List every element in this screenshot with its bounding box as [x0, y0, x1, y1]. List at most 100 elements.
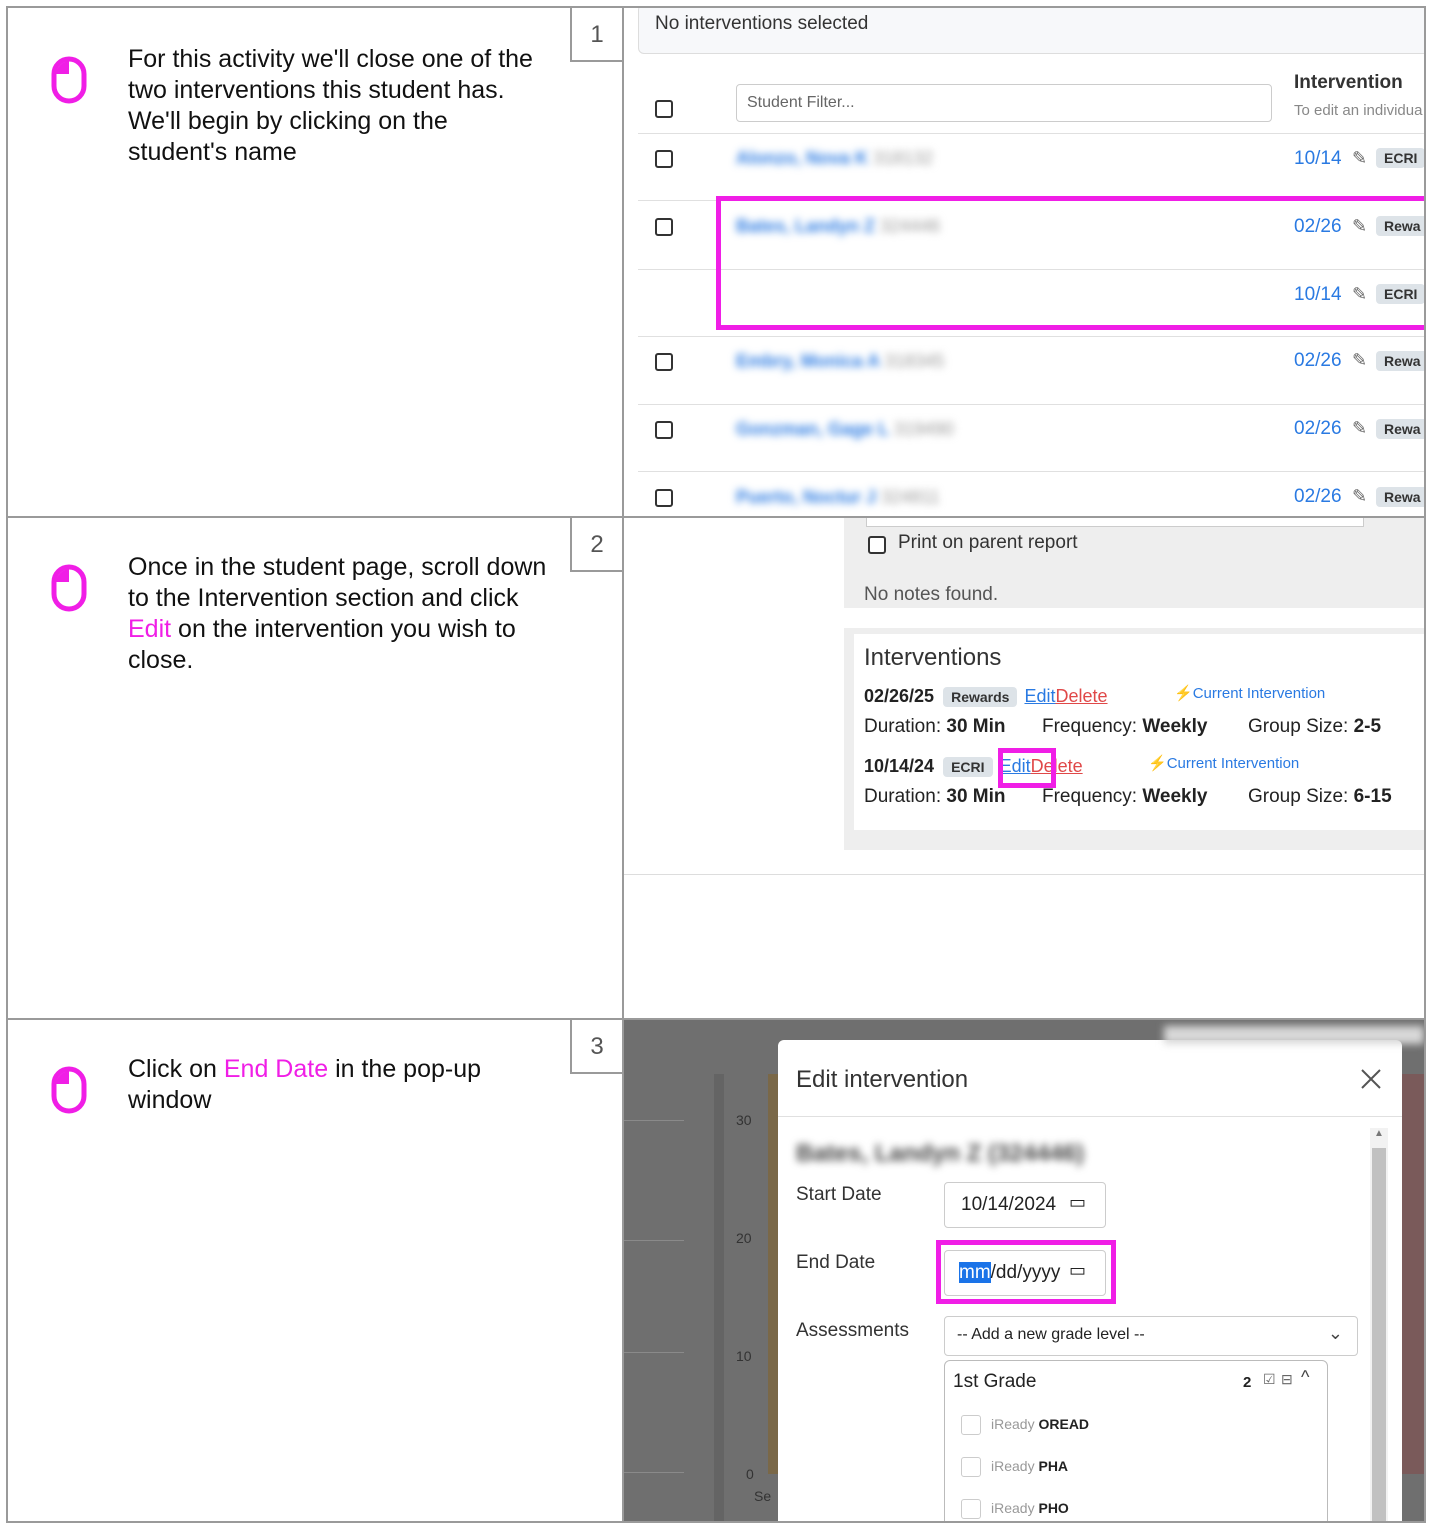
axis-tick: 0 [746, 1466, 754, 1482]
scrollbar-thumb[interactable] [1372, 1148, 1386, 1521]
grade-level-select[interactable]: -- Add a new grade level -- ⌄ [944, 1316, 1358, 1356]
grade-panel: 1st Grade 2 ☑ ⊟ ^ iReady OREAD iReady PH… [944, 1360, 1328, 1521]
intervention-date-link[interactable]: 02/26 [1294, 350, 1342, 372]
group-value: 6-15 [1353, 786, 1392, 807]
assessment-item: iReady PHA [991, 1458, 1068, 1474]
intervention-date-link[interactable]: 02/26 [1294, 418, 1342, 440]
step-2-row: Once in the student page, scroll down to… [6, 516, 1426, 1020]
student-name-link[interactable]: Embry, Monica A 318345 [736, 351, 944, 372]
student-filter-input[interactable]: Student Filter... [736, 84, 1272, 122]
step-2-screenshot: Print on parent report No notes found. I… [624, 518, 1424, 1018]
row-checkbox[interactable] [655, 421, 673, 439]
assessment-item: iReady PHO [991, 1500, 1069, 1516]
intervention-column-header: Intervention [1294, 72, 1403, 93]
step-2-text-after: on the intervention you wish to close. [128, 615, 516, 674]
row-divider [638, 471, 1424, 472]
print-parent-checkbox[interactable] [868, 536, 886, 554]
start-date-input[interactable]: 10/14/2024 ▭ [944, 1182, 1106, 1228]
interventions-title: Interventions [864, 644, 1002, 671]
student-id: 319490 [893, 419, 954, 439]
axis-tick: 30 [736, 1112, 752, 1128]
intervention-column-sub: To edit an individua [1294, 102, 1423, 119]
row-divider [638, 133, 1424, 134]
student-name-link[interactable]: Gonzman, Gage L 319490 [736, 419, 954, 440]
intervention-tag: ECRI [943, 757, 993, 777]
assessment-name: PHA [1038, 1458, 1069, 1474]
step-3-instructions: Click on End Date in the pop-up window 3 [8, 1020, 624, 1521]
intervention-date-link[interactable]: 10/14 [1294, 148, 1342, 170]
student-name-heading: Bates, Landyn Z (324446) [796, 1140, 1085, 1167]
group-label: Group Size: [1248, 716, 1349, 737]
intervention-tag: Rewa [1376, 351, 1424, 371]
axis-label: Se [754, 1488, 772, 1504]
interventions-card: Interventions 02/26/25 Rewards EditDelet… [854, 634, 1424, 830]
row-divider [638, 336, 1424, 337]
chart-gridline [624, 1120, 684, 1121]
select-all-checkbox[interactable] [655, 100, 673, 118]
current-intervention-badge: ⚡Current Intervention [1174, 684, 1325, 702]
chart-band [768, 1074, 778, 1474]
step-3-row: Click on End Date in the pop-up window 3… [6, 1018, 1426, 1523]
lightning-icon: ⚡ [1174, 685, 1193, 702]
student-name-link[interactable]: Puerto, Noctur J 324811 [736, 487, 940, 508]
step-1-instructions: For this activity we'll close one of the… [8, 8, 624, 516]
highlight-edit [998, 748, 1056, 788]
calendar-icon[interactable]: ▭ [1069, 1192, 1086, 1213]
pencil-icon[interactable]: ✎ [1352, 350, 1367, 371]
intervention-date-link[interactable]: 02/26 [1294, 486, 1342, 508]
selection-banner: No interventions selected [638, 8, 1424, 54]
select-all-icon[interactable]: ☑ [1263, 1371, 1276, 1388]
delete-link[interactable]: Delete [1056, 686, 1108, 706]
student-name: Gonzman, Gage L [736, 419, 889, 439]
step-1-row: For this activity we'll close one of the… [6, 6, 1426, 518]
step-2-highlight: Edit [128, 615, 172, 643]
student-filter-placeholder: Student Filter... [747, 94, 855, 111]
scroll-up-icon[interactable]: ▲ [1374, 1128, 1384, 1139]
assessment-checkbox[interactable] [961, 1415, 981, 1435]
modal-divider [778, 1116, 1402, 1117]
step-2-instructions: Once in the student page, scroll down to… [8, 518, 624, 1018]
edit-link[interactable]: Edit [1024, 686, 1055, 706]
close-icon[interactable] [1360, 1068, 1382, 1090]
assessment-name: PHO [1038, 1500, 1069, 1516]
current-intervention-badge: ⚡Current Intervention [1148, 754, 1299, 772]
step-3-text: Click on End Date in the pop-up window [128, 1054, 548, 1116]
modal-title: Edit intervention [796, 1066, 969, 1093]
grade-count: 2 [1243, 1374, 1252, 1391]
row-checkbox[interactable] [655, 489, 673, 507]
background-chart-lines [624, 1074, 714, 1521]
student-name: Alonzo, Nova K [736, 148, 869, 168]
intervention-tag: Rewards [943, 687, 1018, 707]
pencil-icon[interactable]: ✎ [1352, 418, 1367, 439]
frequency-value: Weekly [1142, 716, 1208, 737]
current-intervention-label: Current Intervention [1192, 685, 1326, 702]
group-value: 2-5 [1353, 716, 1382, 737]
intervention-tag: Rewa [1376, 487, 1424, 507]
row-checkbox[interactable] [655, 150, 673, 168]
step-1-text: For this activity we'll close one of the… [128, 45, 533, 166]
student-name: Puerto, Noctur J [736, 487, 877, 507]
notes-textarea[interactable] [866, 518, 1364, 527]
intervention-date: 10/14/24 [864, 756, 935, 776]
assessment-checkbox[interactable] [961, 1499, 981, 1519]
axis-tick: 20 [736, 1230, 752, 1246]
student-id: 318132 [873, 148, 934, 168]
axis-tick: 10 [736, 1348, 752, 1364]
page-divider [624, 874, 1424, 875]
row-checkbox[interactable] [655, 218, 673, 236]
student-name-link[interactable]: Alonzo, Nova K 318132 [736, 148, 933, 169]
assessment-checkbox[interactable] [961, 1457, 981, 1477]
start-date-value: 10/14/2024 [961, 1194, 1057, 1215]
deselect-all-icon[interactable]: ⊟ [1281, 1371, 1293, 1388]
duration-label: Duration: [864, 716, 942, 737]
row-checkbox[interactable] [655, 353, 673, 371]
modal-scrollbar[interactable]: ▲ [1370, 1128, 1388, 1521]
intervention-tag: ECRI [1376, 148, 1424, 168]
chevron-up-icon[interactable]: ^ [1301, 1367, 1309, 1388]
interventions-card-bg: Interventions 02/26/25 Rewards EditDelet… [844, 628, 1424, 850]
intervention-details: Duration: 30 Min [864, 786, 1006, 808]
pencil-icon[interactable]: ✎ [1352, 148, 1367, 169]
frequency-detail: Frequency: Weekly [1042, 716, 1207, 738]
pencil-icon[interactable]: ✎ [1352, 486, 1367, 507]
chart-axis-strip [714, 1074, 724, 1521]
